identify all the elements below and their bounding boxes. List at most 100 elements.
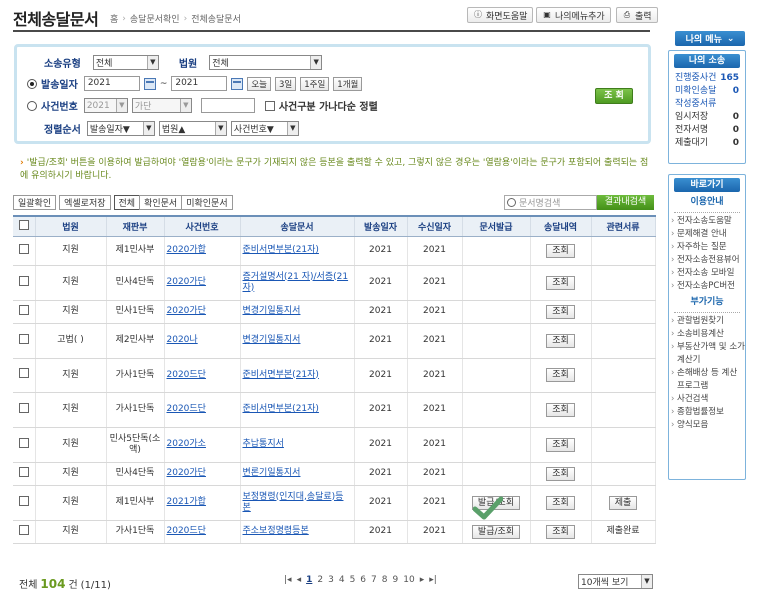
history-button[interactable]: 조회	[546, 333, 575, 348]
draft-signed[interactable]: 전자서명 0	[669, 124, 745, 137]
my-menu-button[interactable]: 나의 메뉴 ⌄	[675, 31, 745, 46]
case-radio[interactable]	[27, 100, 37, 111]
history-button[interactable]: 조회	[546, 304, 575, 319]
order-select-case[interactable]: 사건번호▼ ▼	[230, 121, 299, 136]
print-button[interactable]: ⎙ 출력	[616, 7, 658, 23]
date-radio[interactable]	[27, 78, 37, 89]
col-header[interactable]: 관련서류	[591, 215, 656, 237]
col-header[interactable]: 법원	[35, 215, 107, 237]
stat-cases[interactable]: 진행중사건 165	[669, 72, 745, 85]
page-number[interactable]: 2	[317, 575, 323, 585]
extra-link[interactable]: 사건검색	[669, 393, 745, 406]
case-link[interactable]: 2020나	[167, 335, 198, 345]
history-button[interactable]: 조회	[546, 243, 575, 258]
select-all-checkbox[interactable]	[18, 219, 29, 230]
case-link[interactable]: 2020드단	[167, 526, 206, 536]
case-link[interactable]: 2020가단	[167, 277, 206, 287]
row-checkbox[interactable]	[18, 437, 29, 448]
search-in-results-button[interactable]: 결과내검색	[597, 195, 654, 210]
quick-3day-button[interactable]: 3일	[275, 76, 297, 91]
order-select-court[interactable]: 법원▲ ▼	[158, 121, 227, 136]
tab-all[interactable]: 전체	[113, 195, 141, 210]
col-header[interactable]: 수신일자	[407, 215, 463, 237]
quick-1month-button[interactable]: 1개월	[333, 76, 363, 91]
date-to-input[interactable]: 2021	[171, 76, 228, 91]
history-button[interactable]: 조회	[546, 466, 575, 481]
case-number-input[interactable]	[200, 98, 255, 113]
submit-button[interactable]: 제출	[608, 495, 638, 510]
row-checkbox[interactable]	[18, 275, 29, 286]
page-number[interactable]: 4	[339, 575, 345, 585]
order-select-date[interactable]: 발송일자▼ ▼	[86, 121, 155, 136]
doc-link[interactable]: 변경기일통지서	[243, 335, 301, 345]
court-select[interactable]: 전체 ▼	[209, 55, 323, 70]
row-checkbox[interactable]	[18, 495, 29, 506]
excel-save-button[interactable]: 엑셀로저장	[59, 195, 111, 210]
quick-today-button[interactable]: 오늘	[247, 76, 271, 91]
doc-link[interactable]: 추납통지서	[243, 439, 284, 449]
case-year-select[interactable]: 2021 ▼	[83, 98, 128, 113]
extra-link[interactable]: 종합법률정보	[669, 406, 745, 419]
page-number[interactable]: 7	[371, 575, 377, 585]
guide-link[interactable]: 전자소송도움말	[669, 215, 745, 228]
page-number[interactable]: 8	[382, 575, 388, 585]
history-button[interactable]: 조회	[546, 368, 575, 382]
multi-sort-checkbox[interactable]	[264, 100, 275, 111]
row-checkbox[interactable]	[18, 333, 29, 344]
history-button[interactable]: 조회	[546, 437, 575, 452]
row-checkbox[interactable]	[18, 304, 29, 315]
search-submit-button[interactable]: 조 회	[595, 88, 633, 104]
breadcrumb-item[interactable]: 송달문서확인	[130, 12, 180, 25]
col-header[interactable]: 송달문서	[240, 215, 355, 237]
guide-link[interactable]: 문제해결 안내	[669, 228, 745, 241]
stat-unconfirmed[interactable]: 미확인송달 0	[669, 85, 745, 98]
add-menu-button[interactable]: ▣ 나의메뉴추가	[536, 7, 611, 23]
first-page-icon[interactable]: |◂	[284, 575, 292, 585]
help-button[interactable]: ⓘ 화면도움말	[467, 7, 534, 23]
history-button[interactable]: 조회	[546, 275, 575, 290]
issue-button[interactable]: 발급/조회	[471, 524, 521, 539]
doc-link[interactable]: 변경기일통지서	[243, 306, 301, 316]
case-link[interactable]: 2020가단	[167, 468, 206, 478]
draft-pending[interactable]: 제출대기 0	[669, 137, 745, 150]
extra-link[interactable]: 손해배상 등 계산 프로그램	[669, 367, 745, 393]
guide-link[interactable]: 자주하는 질문	[669, 241, 745, 254]
case-link[interactable]: 2021가합	[167, 497, 206, 507]
page-number[interactable]: 1	[306, 575, 312, 585]
row-checkbox[interactable]	[18, 524, 29, 535]
calendar-icon[interactable]	[231, 77, 244, 90]
doc-link[interactable]: 보정명령(인지대,송달료)등본	[243, 492, 344, 513]
page-number[interactable]: 9	[393, 575, 399, 585]
case-link[interactable]: 2020가단	[167, 306, 206, 316]
prev-page-icon[interactable]: ◂	[297, 575, 302, 585]
history-button[interactable]: 조회	[546, 402, 575, 417]
guide-link[interactable]: 전자소송전용뷰어	[669, 254, 745, 267]
case-link[interactable]: 2020가소	[167, 439, 206, 449]
doc-search-input[interactable]: 문서명검색	[504, 195, 597, 210]
guide-link[interactable]: 전자소송 모바일	[669, 267, 745, 280]
calendar-icon[interactable]	[143, 77, 156, 90]
type-select[interactable]: 전체 ▼	[92, 55, 159, 70]
history-button[interactable]: 조회	[546, 495, 575, 510]
doc-link[interactable]: 준비서면부본(21자)	[243, 245, 319, 255]
date-from-input[interactable]: 2021	[83, 76, 140, 91]
extra-link[interactable]: 부동산가액 및 소가계산기	[669, 341, 745, 367]
per-page-select[interactable]: 10개씩 보기 ▼	[578, 574, 653, 589]
next-page-icon[interactable]: ▸	[420, 575, 425, 585]
col-header[interactable]: 송달내역	[530, 215, 592, 237]
row-checkbox[interactable]	[18, 402, 29, 413]
col-header[interactable]: 문서발급	[462, 215, 531, 237]
row-checkbox[interactable]	[18, 368, 29, 378]
page-number[interactable]: 3	[328, 575, 334, 585]
bulk-confirm-button[interactable]: 일괄확인	[13, 195, 57, 210]
extra-link[interactable]: 양식모음	[669, 419, 745, 432]
tab-unconfirmed[interactable]: 미확인문서	[181, 195, 233, 210]
page-number[interactable]: 6	[360, 575, 366, 585]
breadcrumb-home[interactable]: 홈	[110, 12, 118, 25]
last-page-icon[interactable]: ▸|	[429, 575, 437, 585]
extra-link[interactable]: 관할법원찾기	[669, 315, 745, 328]
tab-confirmed[interactable]: 확인문서	[139, 195, 183, 210]
doc-link[interactable]: 주소보정명령등본	[243, 526, 309, 536]
page-number[interactable]: 10	[403, 575, 414, 585]
row-checkbox[interactable]	[18, 466, 29, 477]
